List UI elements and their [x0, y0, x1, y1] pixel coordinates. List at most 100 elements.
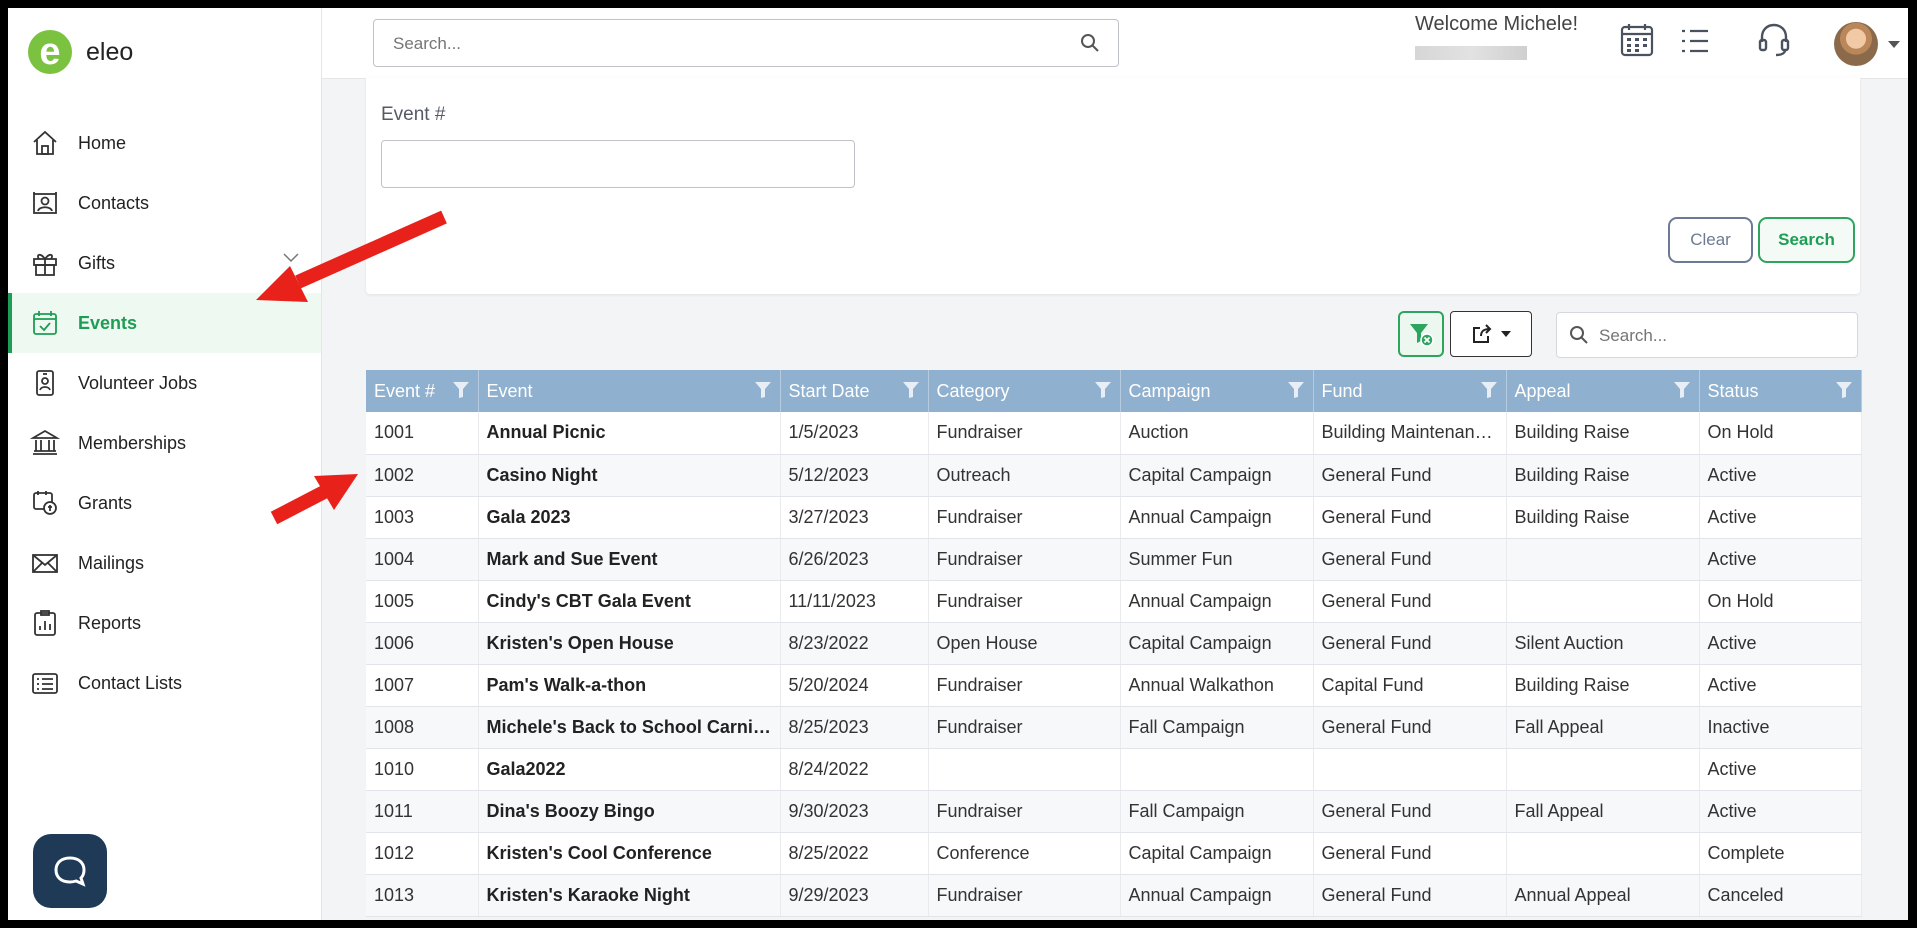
table-cell[interactable]: Cindy's CBT Gala Event — [478, 580, 781, 623]
logo[interactable]: e eleo — [28, 30, 133, 74]
table-row[interactable]: 1001 Annual Picnic 1/5/2023 Fundraiser Aucti… — [366, 412, 1862, 455]
chat-button[interactable] — [33, 834, 107, 908]
grant-icon — [33, 491, 57, 515]
avatar[interactable] — [1834, 22, 1878, 66]
search-button[interactable]: Search — [1758, 217, 1855, 263]
column-filter-icon[interactable] — [1835, 381, 1853, 399]
clear-button[interactable]: Clear — [1668, 217, 1753, 263]
table-cell: Conference — [928, 832, 1121, 875]
table-cell[interactable]: Gala 2023 — [478, 496, 781, 539]
column-filter-icon[interactable] — [1287, 381, 1305, 399]
table-cell: 9/30/2023 — [780, 790, 929, 833]
column-header[interactable]: Fund — [1313, 370, 1507, 412]
table-cell: General Fund — [1313, 538, 1507, 581]
table-cell[interactable]: Gala2022 — [478, 748, 781, 791]
sidebar-item-memberships[interactable]: Memberships — [8, 413, 321, 473]
grid-search-input[interactable] — [1597, 313, 1851, 359]
column-header[interactable]: Status — [1699, 370, 1862, 412]
sidebar-item-mailings[interactable]: Mailings — [8, 533, 321, 593]
column-header[interactable]: Event — [478, 370, 781, 412]
table-row[interactable]: 1011 Dina's Boozy Bingo 9/30/2023 Fundraise… — [366, 790, 1862, 833]
table-row[interactable]: 1003 Gala 2023 3/27/2023 Fundraiser Annual C… — [366, 496, 1862, 539]
bank-icon — [30, 429, 60, 455]
global-search-input[interactable] — [374, 20, 1055, 68]
table-cell: 8/25/2023 — [780, 706, 929, 749]
column-header[interactable]: Event # — [366, 370, 479, 412]
sidebar-item-label: Reports — [78, 612, 142, 633]
table-row[interactable]: 1013 Kristen's Karaoke Night 9/29/2023 Fund… — [366, 874, 1862, 917]
table-cell: Building Raise — [1506, 664, 1700, 707]
table-cell[interactable]: Michele's Back to School Carnival — [478, 706, 781, 749]
table-cell: Building Raise — [1506, 496, 1700, 539]
table-row[interactable]: 1004 Mark and Sue Event 6/26/2023 Fundraise… — [366, 538, 1862, 581]
column-filter-icon[interactable] — [452, 381, 470, 399]
table-cell: General Fund — [1313, 874, 1507, 917]
table-cell: Fundraiser — [928, 412, 1121, 455]
column-filter-icon[interactable] — [1673, 381, 1691, 399]
table-cell[interactable]: Casino Night — [478, 454, 781, 497]
table-row[interactable]: 1005 Cindy's CBT Gala Event 11/11/2023 Fund… — [366, 580, 1862, 623]
column-header-label: Start Date — [788, 380, 870, 401]
table-row[interactable]: 1006 Kristen's Open House 8/23/2022 Open Ho… — [366, 622, 1862, 665]
sidebar-item-contacts[interactable]: Contacts — [8, 173, 321, 233]
table-cell: Fundraiser — [928, 790, 1121, 833]
table-row[interactable]: 1012 Kristen's Cool Conference 8/25/2022 Co… — [366, 832, 1862, 875]
list-icon — [32, 673, 58, 694]
table-row[interactable]: 1007 Pam's Walk-a-thon 5/20/2024 Fundraiser… — [366, 664, 1862, 707]
table-cell[interactable]: Annual Picnic — [478, 412, 781, 455]
sidebar-item-volunteer-jobs[interactable]: Volunteer Jobs — [8, 353, 321, 413]
logo-text: eleo — [86, 37, 134, 66]
events-grid: Event # Event Start Date Category Campaign Fu… — [366, 370, 1862, 917]
task-list-icon[interactable] — [1680, 28, 1710, 54]
sidebar-item-contact-lists[interactable]: Contact Lists — [8, 653, 321, 713]
table-cell: Active — [1699, 664, 1862, 707]
table-cell: Outreach — [928, 454, 1121, 497]
table-cell: Annual Campaign — [1120, 874, 1314, 917]
calendar-icon[interactable] — [1620, 22, 1654, 58]
event-number-input[interactable] — [381, 140, 855, 188]
table-cell[interactable]: Mark and Sue Event — [478, 538, 781, 581]
sidebar-item-gifts[interactable]: Gifts — [8, 233, 321, 293]
table-cell[interactable]: Kristen's Cool Conference — [478, 832, 781, 875]
column-filter-icon[interactable] — [902, 381, 920, 399]
table-cell: Auction — [1120, 412, 1314, 455]
table-cell[interactable]: Pam's Walk-a-thon — [478, 664, 781, 707]
table-cell: 1004 — [366, 538, 479, 581]
column-filter-icon[interactable] — [754, 381, 772, 399]
clear-filter-button[interactable] — [1398, 311, 1444, 357]
table-cell[interactable]: Dina's Boozy Bingo — [478, 790, 781, 833]
table-row[interactable]: 1010 Gala2022 8/24/2022 Active — [366, 748, 1862, 791]
welcome-text: Welcome Michele! — [1415, 13, 1579, 35]
chevron-down-icon[interactable] — [1888, 41, 1900, 48]
sidebar-item-grants[interactable]: Grants — [8, 473, 321, 533]
table-row[interactable]: 1008 Michele's Back to School Carnival 8/2… — [366, 706, 1862, 749]
table-row[interactable]: 1002 Casino Night 5/12/2023 Outreach Capital… — [366, 454, 1862, 497]
search-icon[interactable] — [1080, 33, 1100, 53]
column-header-label: Category — [936, 380, 1010, 401]
column-header[interactable]: Campaign — [1120, 370, 1314, 412]
column-header-label: Status — [1707, 380, 1759, 401]
table-cell — [1313, 748, 1507, 791]
table-cell: General Fund — [1313, 832, 1507, 875]
sidebar-item-label: Mailings — [78, 552, 145, 573]
table-cell: 1005 — [366, 580, 479, 623]
column-header[interactable]: Category — [928, 370, 1121, 412]
export-button[interactable] — [1450, 311, 1532, 357]
table-cell: Active — [1699, 454, 1862, 497]
table-cell: 1006 — [366, 622, 479, 665]
support-headset-icon[interactable] — [1758, 22, 1790, 58]
table-cell: Fall Appeal — [1506, 706, 1700, 749]
sidebar-item-home[interactable]: Home — [8, 113, 321, 173]
column-header[interactable]: Appeal — [1506, 370, 1700, 412]
table-cell[interactable]: Kristen's Open House — [478, 622, 781, 665]
table-cell: Canceled — [1699, 874, 1862, 917]
column-header[interactable]: Start Date — [780, 370, 929, 412]
sidebar-item-events[interactable]: Events — [8, 293, 321, 353]
table-cell: 8/24/2022 — [780, 748, 929, 791]
column-filter-icon[interactable] — [1094, 381, 1112, 399]
table-cell[interactable]: Kristen's Karaoke Night — [478, 874, 781, 917]
sidebar-item-reports[interactable]: Reports — [8, 593, 321, 653]
chevron-down-icon[interactable] — [283, 253, 299, 263]
column-filter-icon[interactable] — [1480, 381, 1498, 399]
event-number-label: Event # — [381, 104, 446, 125]
